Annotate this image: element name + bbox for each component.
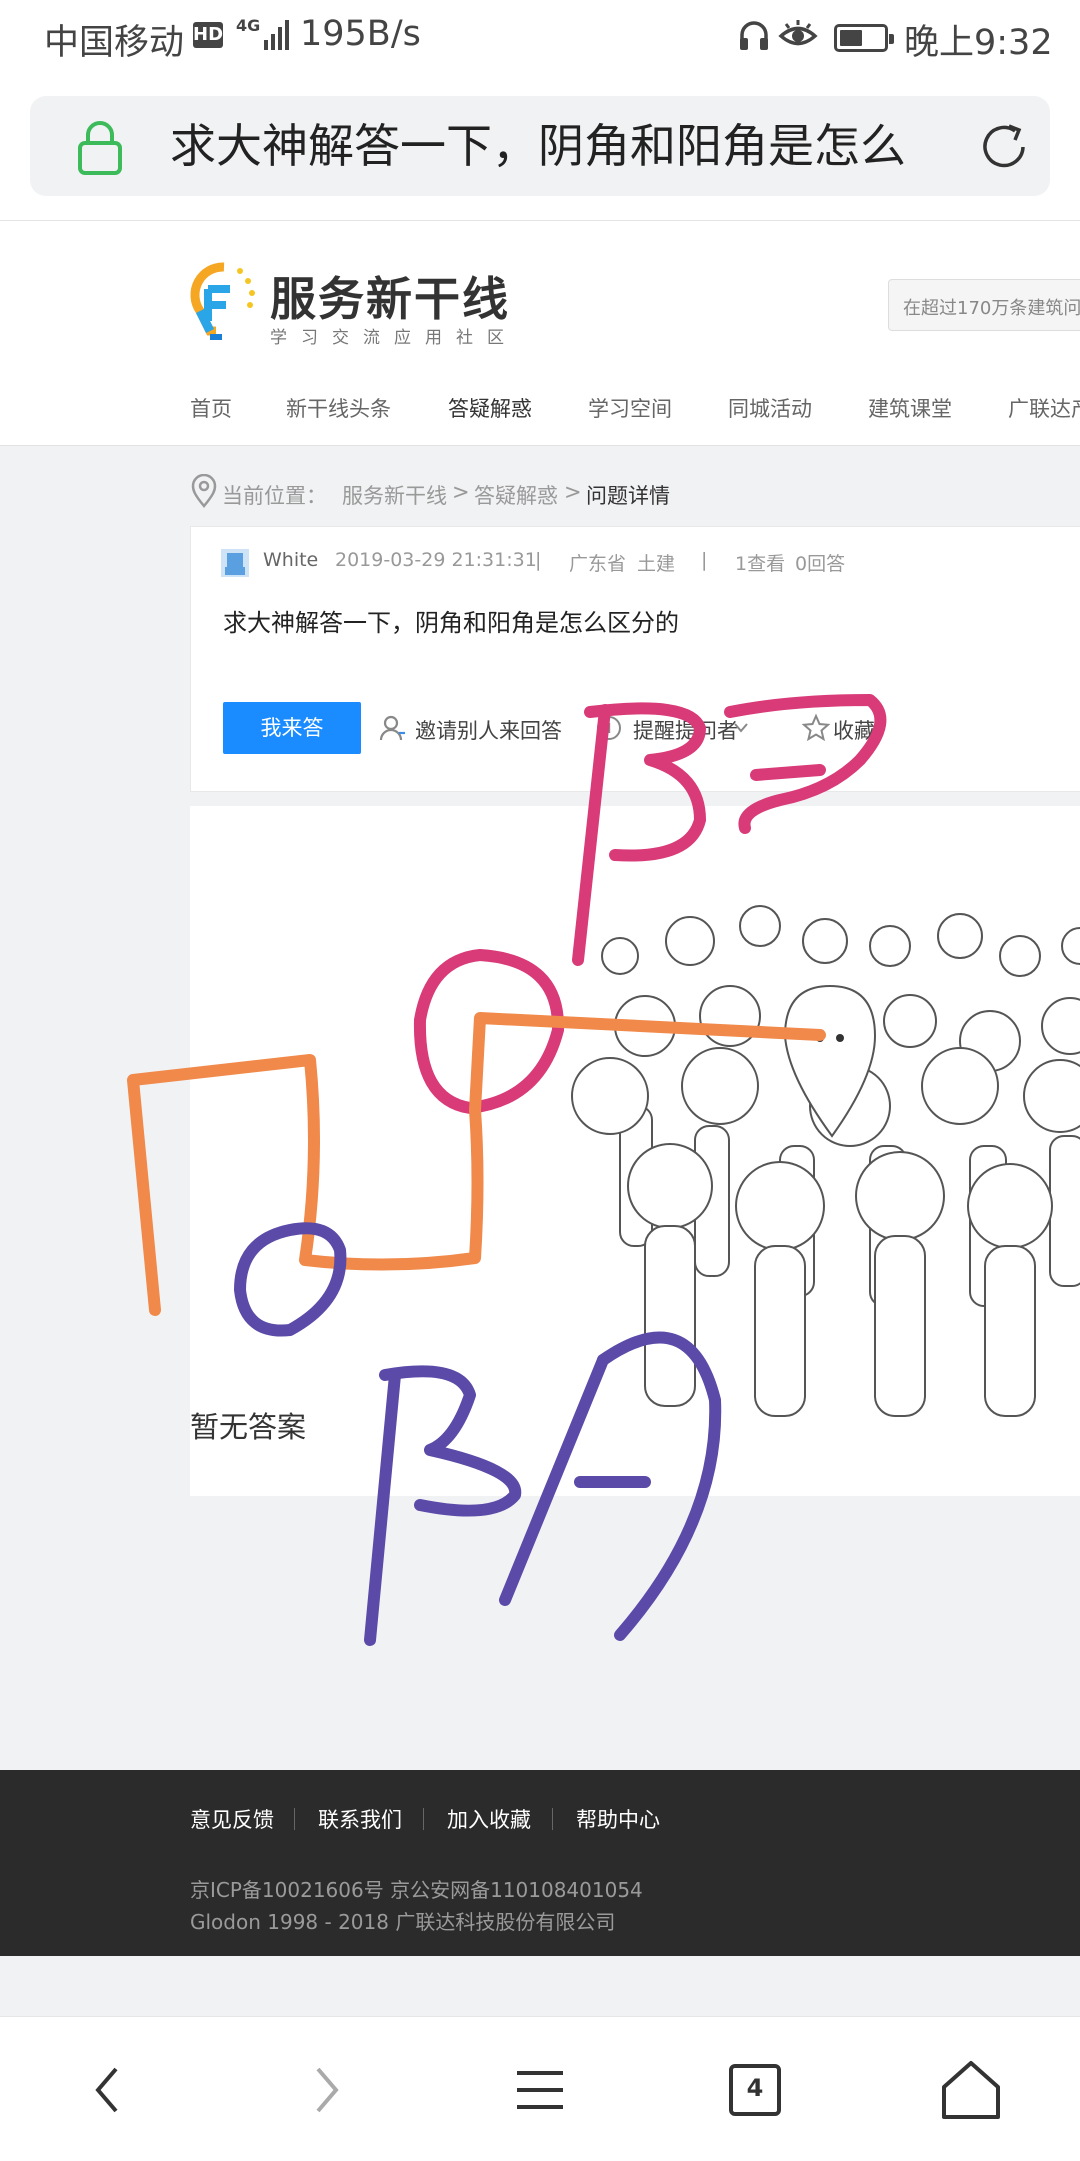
nav-headlines[interactable]: 新干线头条 xyxy=(286,393,391,423)
eye-comfort-icon xyxy=(778,20,818,46)
question-author[interactable]: White xyxy=(263,549,318,571)
footer-separator xyxy=(294,1808,295,1830)
question-datetime: 2019-03-29 21:31:31 xyxy=(335,549,537,571)
breadcrumb-home[interactable]: 服务新干线 xyxy=(342,480,447,510)
invite-button[interactable]: 邀请别人来回答 xyxy=(377,713,567,743)
breadcrumb-separator: > xyxy=(452,480,470,504)
breadcrumb-current: 问题详情 xyxy=(586,484,670,508)
signal-icon xyxy=(264,20,289,50)
tabs-button[interactable]: 4 xyxy=(720,2055,790,2125)
hd-badge: HD xyxy=(193,22,223,48)
footer-link-contact[interactable]: 联系我们 xyxy=(318,1804,402,1834)
no-answer-text: 暂无答案 xyxy=(190,1410,307,1444)
question-title: 求大神解答一下，阴角和阳角是怎么区分的 xyxy=(223,609,679,637)
answer-button[interactable]: 我来答 xyxy=(223,702,361,754)
user-avatar[interactable] xyxy=(221,549,249,577)
logo-title[interactable]: 服务新干线 xyxy=(270,263,510,329)
star-icon xyxy=(801,713,831,742)
location-pin-icon xyxy=(191,474,217,508)
footer-icp: 京ICP备10021606号 京公安网备110108401054 xyxy=(190,1878,643,1902)
status-bar: 中国移动 HD 4G 195B/s 晚上9:32 xyxy=(0,0,1080,76)
meta-divider: | xyxy=(701,549,708,571)
question-region: 广东省 xyxy=(569,553,627,575)
logo-bulb-icon[interactable] xyxy=(186,259,266,355)
breadcrumb-section[interactable]: 答疑解惑 xyxy=(474,480,558,510)
question-answer-count: 0回答 xyxy=(795,553,846,575)
site-search-input[interactable]: 在超过170万条建筑问 xyxy=(888,279,1080,331)
info-icon xyxy=(597,716,621,740)
carrier-label: 中国移动 xyxy=(44,23,185,63)
invite-label: 邀请别人来回答 xyxy=(415,719,562,743)
forward-icon[interactable] xyxy=(290,2055,360,2125)
chevron-down-icon xyxy=(734,723,748,733)
headphones-icon xyxy=(740,21,768,50)
nav-products[interactable]: 广联达产 xyxy=(1008,393,1080,423)
footer-link-help[interactable]: 帮助中心 xyxy=(576,1804,660,1834)
nav-courses[interactable]: 建筑课堂 xyxy=(868,393,952,423)
nav-local-events[interactable]: 同城活动 xyxy=(728,393,812,423)
home-icon[interactable] xyxy=(936,2055,1006,2125)
crowd-illustration xyxy=(571,905,1080,1417)
question-card: White 2019-03-29 21:31:31 | 广东省 土建 | 1查看… xyxy=(190,526,1080,792)
remind-asker-button[interactable]: 提醒提问者 xyxy=(595,713,755,743)
menu-icon[interactable] xyxy=(505,2055,575,2125)
back-icon[interactable] xyxy=(74,2055,144,2125)
reload-icon[interactable] xyxy=(975,118,1033,176)
browser-toolbar: 4 xyxy=(0,2016,1080,2161)
footer-separator xyxy=(552,1808,553,1830)
site-search-placeholder: 在超过170万条建筑问 xyxy=(903,298,1080,319)
lock-icon xyxy=(78,121,122,175)
url-text[interactable]: 求大神解答一下，阴角和阳角是怎么 xyxy=(170,114,970,178)
tab-count: 4 xyxy=(746,2074,764,2102)
nav-learning[interactable]: 学习空间 xyxy=(588,393,672,423)
remind-label: 提醒提问者 xyxy=(633,719,738,743)
address-bar[interactable]: 求大神解答一下，阴角和阳角是怎么 xyxy=(30,96,1050,196)
answers-area xyxy=(190,806,1080,1496)
battery-icon xyxy=(834,24,894,52)
breadcrumb-label: 当前位置： xyxy=(222,484,327,508)
clock: 晚上9:32 xyxy=(904,23,1053,63)
favorite-label: 收藏 xyxy=(833,719,875,743)
nav-home[interactable]: 首页 xyxy=(190,393,232,423)
address-bar-container: 求大神解答一下，阴角和阳角是怎么 xyxy=(0,76,1080,221)
footer-separator xyxy=(423,1808,424,1830)
footer-link-feedback[interactable]: 意见反馈 xyxy=(190,1804,274,1834)
network-type: 4G xyxy=(236,16,261,35)
person-icon xyxy=(379,715,405,741)
nav-qa[interactable]: 答疑解惑 xyxy=(448,393,532,423)
favorite-button[interactable]: 收藏 xyxy=(801,713,891,743)
question-tag: 土建 xyxy=(637,553,676,575)
logo-subtitle: 学习交流应用社区 xyxy=(270,328,518,348)
site-footer: 意见反馈 联系我们 加入收藏 帮助中心 京ICP备10021606号 京公安网备… xyxy=(0,1770,1080,1956)
breadcrumb-separator: > xyxy=(564,480,582,504)
network-speed: 195B/s xyxy=(300,14,421,54)
footer-link-bookmark[interactable]: 加入收藏 xyxy=(447,1804,531,1834)
question-views: 1查看 xyxy=(735,553,786,575)
site-header: 服务新干线 学习交流应用社区 在超过170万条建筑问 首页 新干线头条 答疑解惑… xyxy=(0,221,1080,446)
meta-divider: | xyxy=(535,549,542,571)
footer-copyright: Glodon 1998 - 2018 广联达科技股份有限公司 xyxy=(190,1910,616,1934)
